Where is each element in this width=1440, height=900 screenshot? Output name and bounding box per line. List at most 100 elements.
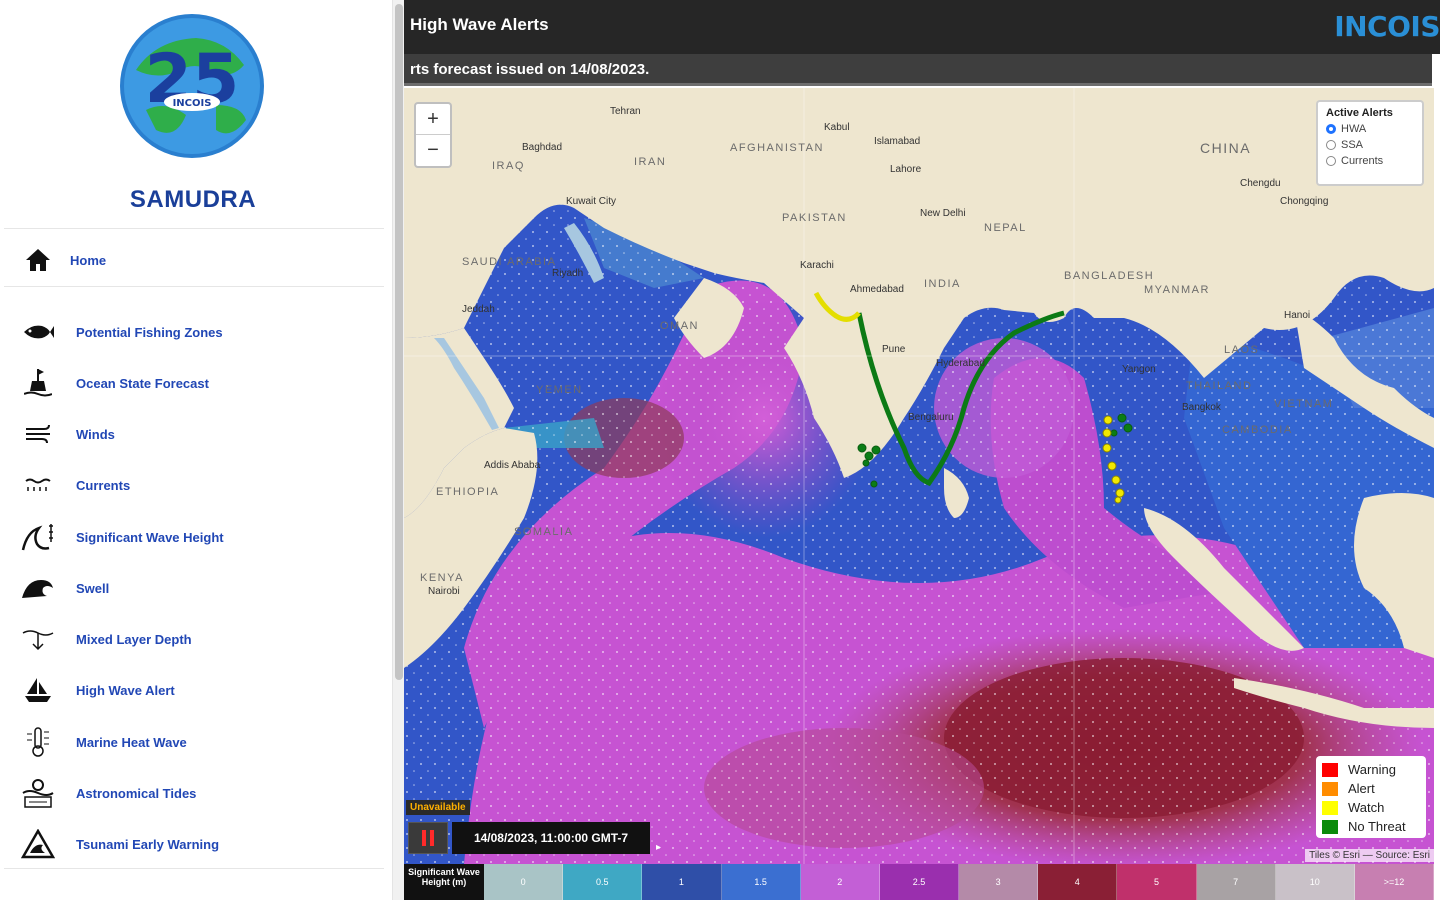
map-city: Islamabad <box>874 136 921 147</box>
nav-label: Mixed Layer Depth <box>76 631 192 647</box>
alert-option-currents[interactable]: Currents <box>1326 153 1414 169</box>
nav-label: Significant Wave Height <box>76 529 224 545</box>
legend-swatch <box>1322 781 1338 796</box>
map-city: Baghdad <box>522 142 563 153</box>
map-label-vietnam: VIETNAM <box>1274 398 1334 410</box>
nav-item-marine-heat-wave[interactable]: Marine Heat Wave <box>0 720 386 764</box>
nav-item-currents[interactable]: Currents <box>0 463 386 507</box>
nav-item-significant-wave-height[interactable]: Significant Wave Height <box>0 515 386 559</box>
map-city: Chengdu <box>1240 178 1281 189</box>
nav-label: Astronomical Tides <box>76 785 197 801</box>
thermometer-icon <box>18 722 58 762</box>
map-label-somalia: SOMALIA <box>514 526 574 538</box>
map-city: Hanoi <box>1284 310 1311 321</box>
map-city: Riyadh <box>552 268 584 279</box>
map-label-india: INDIA <box>924 278 961 290</box>
map-city: Karachi <box>800 260 834 271</box>
nav-item-mixed-layer-depth[interactable]: Mixed Layer Depth <box>0 617 386 661</box>
map-city: Nairobi <box>428 586 460 597</box>
legend-swatch <box>1322 762 1338 777</box>
top-bar: High Wave Alerts INCOIS <box>404 0 1440 54</box>
colorbar-segment: 2.5 <box>879 864 960 900</box>
radio-ssa[interactable] <box>1326 140 1336 150</box>
zoom-out-button[interactable]: − <box>416 135 450 166</box>
scrollbar-thumb[interactable] <box>395 4 403 680</box>
nav-label: Currents <box>76 477 131 493</box>
alert-option-ssa[interactable]: SSA <box>1326 137 1414 153</box>
colorbar-segment: 0.5 <box>563 864 643 900</box>
map-city: Kabul <box>824 122 850 133</box>
time-player: 14/08/2023, 11:00:00 GMT-7 <box>408 822 664 854</box>
map-label-ethiopia: ETHIOPIA <box>436 486 500 498</box>
nav-label: Marine Heat Wave <box>76 734 187 750</box>
legend-label: Warning <box>1348 762 1396 777</box>
legend-row-no-threat: No Threat <box>1322 817 1420 836</box>
nav-item-ocean-state-forecast[interactable]: Ocean State Forecast <box>0 361 386 405</box>
nav-item-home[interactable]: Home <box>0 238 386 282</box>
nav-item-winds[interactable]: Winds <box>0 412 386 456</box>
map-city: Addis Ababa <box>484 460 541 471</box>
map-view[interactable]: CHINA IRAN IRAQ AFGHANISTAN PAKISTAN SAU… <box>404 88 1434 864</box>
alert-option-label: SSA <box>1341 139 1364 151</box>
colorbar-segment: 0 <box>484 864 564 900</box>
nav-item-swell[interactable]: Swell <box>0 566 386 610</box>
alert-option-label: Currents <box>1341 155 1384 167</box>
alert-option-hwa[interactable]: HWA <box>1326 121 1414 137</box>
app-name: SAMUDRA <box>129 186 257 213</box>
divider <box>4 228 384 229</box>
colorbar-segment: 1.5 <box>721 864 801 900</box>
colorbar-segment: 1 <box>642 864 722 900</box>
map-label-laos: LAOS <box>1224 344 1260 356</box>
map-city: Ahmedabad <box>850 284 904 295</box>
radio-currents[interactable] <box>1326 156 1336 166</box>
nav-label: High Wave Alert <box>76 682 175 698</box>
map-label-yemen: YEMEN <box>536 384 583 396</box>
map-city: Tehran <box>610 106 641 117</box>
buoy-icon <box>18 363 58 403</box>
map-city: Jeddah <box>462 304 495 315</box>
swell-wave-icon <box>18 568 58 608</box>
nav-item-potential-fishing-zones[interactable]: Potential Fishing Zones <box>0 310 386 354</box>
nav-label-home: Home <box>70 252 107 268</box>
next-frame-icon[interactable]: ▸ <box>656 842 661 853</box>
sidebar-scrollbar[interactable] <box>392 0 404 900</box>
nav-label: Tsunami Early Warning <box>76 836 220 852</box>
wave-height-colorbar: Significant Wave Height (m) 0 0.5 1 1.5 2 2.5… <box>404 864 1435 900</box>
svg-text:INCOIS: INCOIS <box>173 98 212 109</box>
colorbar-segment: 10 <box>1275 864 1355 900</box>
nav-item-high-wave-alert[interactable]: High Wave Alert <box>0 668 386 712</box>
ship-alert-icon <box>18 670 58 710</box>
map-label-kenya: KENYA <box>420 572 464 584</box>
pause-button[interactable] <box>408 822 448 854</box>
legend-label: Alert <box>1348 781 1375 796</box>
forecast-ticker: rts forecast issued on 14/08/2023. <box>404 54 1432 86</box>
colorbar-segment: 4 <box>1038 864 1118 900</box>
legend-label: No Threat <box>1348 819 1406 834</box>
nav-item-tsunami-early-warning[interactable]: Tsunami Early Warning <box>0 822 386 866</box>
legend-label: Watch <box>1348 800 1385 815</box>
map-label-china: CHINA <box>1200 140 1252 156</box>
legend-row-alert: Alert <box>1322 779 1420 798</box>
map-label-afghanistan: AFGHANISTAN <box>730 142 824 154</box>
unavailable-badge: Unavailable <box>406 800 470 815</box>
active-alerts-title: Active Alerts <box>1326 107 1393 119</box>
alert-option-label: HWA <box>1341 123 1367 135</box>
page-title: High Wave Alerts <box>410 15 549 34</box>
map-city: Bengaluru <box>908 412 954 423</box>
map-city: Kuwait City <box>566 196 617 207</box>
map-city: Bangkok <box>1182 402 1221 413</box>
legend-swatch <box>1322 819 1338 834</box>
map-label-bangladesh: BANGLADESH <box>1064 270 1155 282</box>
colorbar-segment: 3 <box>959 864 1039 900</box>
map-city: Hyderabad <box>936 358 985 369</box>
radio-hwa[interactable] <box>1326 124 1336 134</box>
map-label-pakistan: PAKISTAN <box>782 212 847 224</box>
map-city: Lahore <box>890 164 922 175</box>
map-city: Yangon <box>1122 364 1156 375</box>
legend-row-watch: Watch <box>1322 798 1420 817</box>
nav-item-astronomical-tides[interactable]: Astronomical Tides <box>0 771 386 815</box>
zoom-in-button[interactable]: + <box>416 104 450 135</box>
colorbar-segment: 2 <box>800 864 880 900</box>
nav-label: Swell <box>76 580 110 596</box>
map-label-saudi-arabia: SAUDI ARABIA <box>462 256 557 268</box>
